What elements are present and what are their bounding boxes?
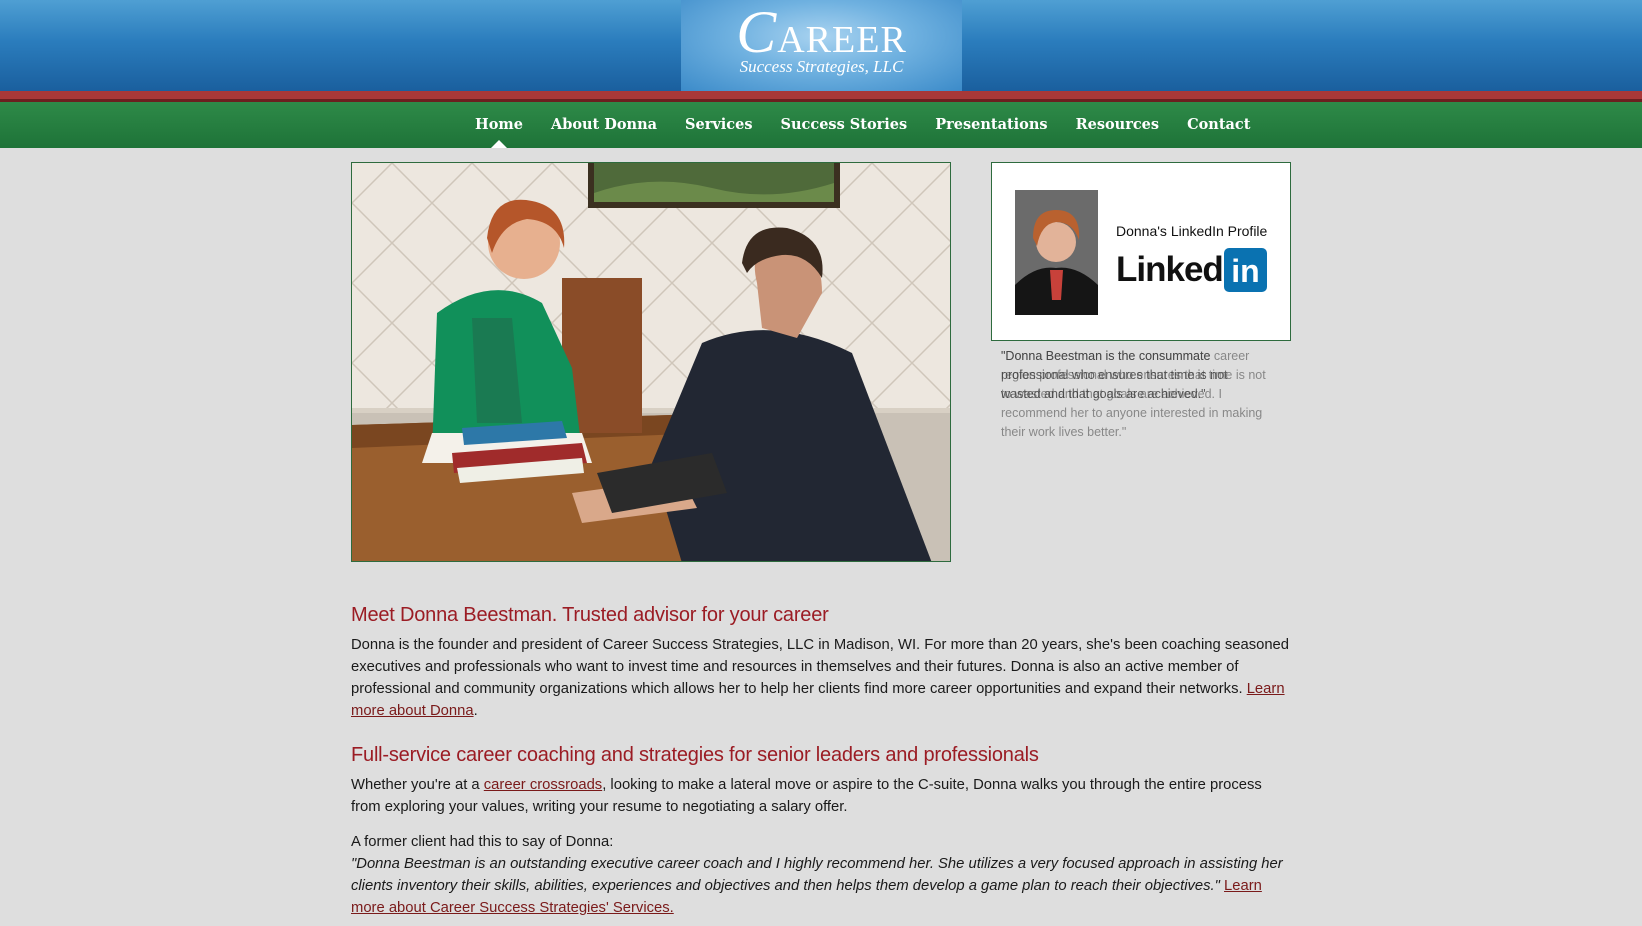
logo-rest: AREER: [777, 19, 907, 61]
portrait-illustration: [1015, 190, 1098, 315]
client-quote-paragraph: "Donna Beestman is an outstanding execut…: [351, 853, 1291, 919]
section-full-service: Full-service career coaching and strateg…: [351, 742, 1291, 818]
linkedin-profile-card[interactable]: Donna's LinkedIn Profile Linked in: [991, 162, 1291, 341]
heading-full-service: Full-service career coaching and strateg…: [351, 744, 1039, 766]
full-service-text-start: Whether you're at a: [351, 777, 484, 793]
logo-title: CAREER: [681, 2, 962, 62]
site-header: CAREER Success Strategies, LLC: [0, 0, 1642, 91]
client-quote: "Donna Beestman is an outstanding execut…: [351, 856, 1283, 894]
client-intro: A former client had this to say of Donna…: [351, 834, 614, 850]
section-meet-donna: Meet Donna Beestman. Trusted advisor for…: [351, 602, 1291, 722]
testimonial-text-front: "Donna Beestman is the consummate profes…: [1001, 349, 1228, 401]
hero-illustration: [352, 163, 950, 561]
nav-item-services[interactable]: Services: [685, 102, 753, 148]
linkedin-wordmark: Linked: [1116, 250, 1224, 289]
nav-item-presentations[interactable]: Presentations: [935, 102, 1047, 148]
nav-item-success-stories[interactable]: Success Stories: [781, 102, 908, 148]
section-client-quote: A former client had this to say of Donna…: [351, 831, 1291, 919]
linkedin-label: Donna's LinkedIn Profile: [1116, 223, 1268, 239]
nav-item-resources[interactable]: Resources: [1076, 102, 1160, 148]
full-service-paragraph: Whether you're at a career crossroads, l…: [351, 774, 1291, 818]
meet-donna-text: Donna is the founder and president of Ca…: [351, 637, 1290, 697]
nav-item-contact[interactable]: Contact: [1187, 102, 1250, 148]
nav-item-about-donna[interactable]: About Donna: [551, 102, 657, 148]
logo-big-letter: C: [736, 0, 778, 65]
site-logo[interactable]: CAREER Success Strategies, LLC: [681, 0, 962, 91]
hero-image: [351, 162, 951, 562]
linkedin-icon: in: [1224, 248, 1267, 292]
career-crossroads-link[interactable]: career crossroads: [484, 777, 602, 793]
main-nav: Home About Donna Services Success Storie…: [0, 102, 1642, 148]
header-stripe: [0, 91, 1642, 99]
meet-donna-paragraph: Donna is the founder and president of Ca…: [351, 637, 1290, 719]
nav-item-home[interactable]: Home: [475, 102, 523, 148]
heading-meet-donna: Meet Donna Beestman. Trusted advisor for…: [351, 604, 829, 626]
donna-portrait: [1015, 190, 1098, 315]
logo-subtitle: Success Strategies, LLC: [739, 57, 904, 76]
